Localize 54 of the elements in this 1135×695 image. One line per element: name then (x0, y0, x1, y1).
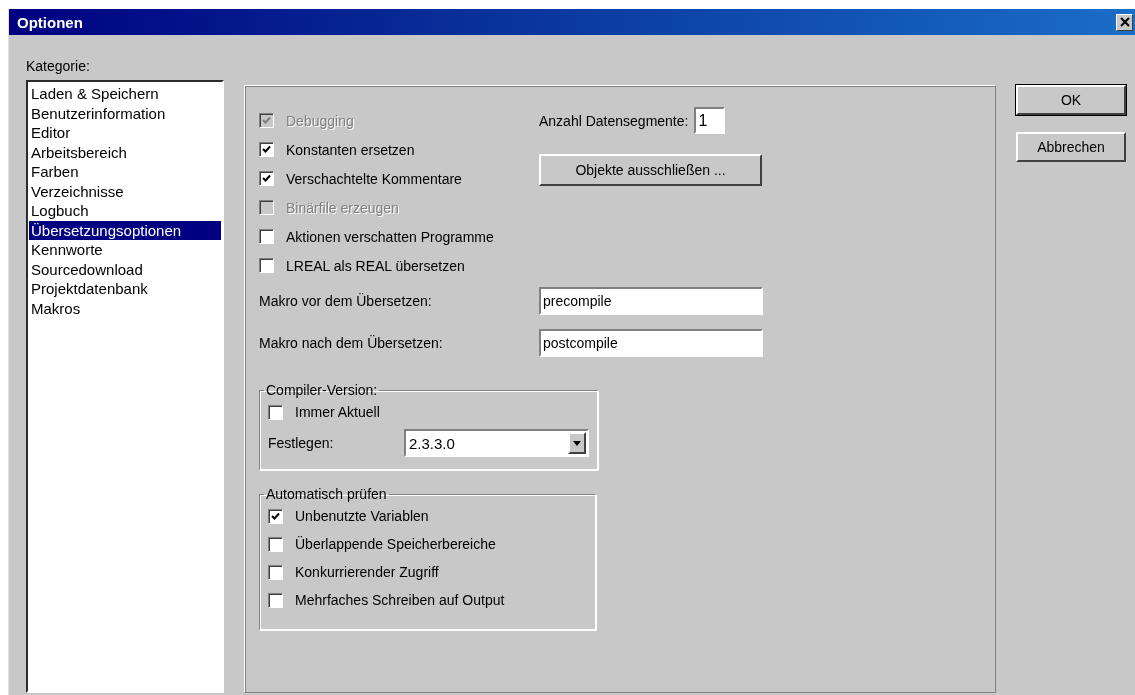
category-label: Kategorie: (26, 58, 91, 76)
close-button[interactable] (1116, 13, 1133, 31)
fixed-version-label: Festlegen: (268, 435, 335, 451)
category-item[interactable]: Projektdatenbank (29, 279, 221, 299)
check-icon (262, 116, 271, 125)
close-icon (1119, 17, 1130, 27)
checkbox-label: Immer Aktuell (295, 404, 380, 420)
data-segments-field[interactable]: 1 (694, 107, 726, 134)
category-item[interactable]: Kennworte (29, 240, 221, 260)
checkbox-label: Mehrfaches Schreiben auf Output (295, 592, 505, 608)
window-title: Optionen (17, 13, 83, 31)
checkbox[interactable] (259, 142, 274, 157)
check-icon (271, 511, 280, 521)
checkbox-label: Binärfile erzeugen (286, 199, 399, 216)
checkbox[interactable] (268, 536, 283, 552)
checkbox[interactable] (259, 229, 274, 244)
group-title: Automatisch prüfen (265, 486, 388, 502)
macro-label: Makro vor dem Übersetzen: (259, 293, 433, 309)
category-item[interactable]: Farben (29, 162, 221, 182)
version-dropdown[interactable]: 2.3.3.0 (404, 429, 589, 457)
group-title: Compiler-Version: (265, 382, 379, 398)
checkbox-label: Debugging (286, 112, 354, 129)
checkbox-label: Konstanten ersetzen (286, 141, 415, 158)
category-item[interactable]: Logbuch (29, 201, 221, 221)
checkbox[interactable] (259, 171, 274, 186)
cancel-button[interactable]: Abbrechen (1016, 132, 1126, 162)
checkbox[interactable] (268, 404, 283, 420)
checkbox-label: LREAL als REAL übersetzen (286, 257, 465, 274)
checkbox-label: Konkurrierender Zugriff (295, 564, 439, 580)
check-icon (262, 145, 271, 154)
exclude-objects-button[interactable]: Objekte ausschließen ... (539, 154, 762, 186)
category-item[interactable]: Laden & Speichern (29, 84, 221, 104)
checkbox[interactable] (268, 592, 283, 608)
checkbox-label: Aktionen verschatten Programme (286, 228, 494, 245)
checkbox[interactable] (268, 564, 283, 580)
checkbox-label: Verschachtelte Kommentare (286, 170, 462, 187)
category-item[interactable]: Arbeitsbereich (29, 142, 221, 162)
category-item[interactable]: Benutzerinformation (29, 103, 221, 123)
checkbox[interactable] (259, 258, 274, 273)
category-item[interactable]: Editor (29, 123, 221, 143)
category-item[interactable]: Sourcedownload (29, 259, 221, 279)
check-icon (262, 174, 271, 183)
category-item[interactable]: Makros (29, 298, 221, 318)
category-item[interactable]: Übersetzungsoptionen (29, 220, 221, 240)
macro-label: Makro nach dem Übersetzen: (259, 335, 444, 351)
data-segments-label: Anzahl Datensegmente: (539, 112, 689, 129)
macro-field[interactable]: precompile (539, 287, 763, 315)
ok-button[interactable]: OK (1016, 85, 1126, 115)
category-item[interactable]: Verzeichnisse (29, 181, 221, 201)
checkbox[interactable] (268, 508, 283, 524)
checkbox-label: Unbenutzte Variablen (295, 508, 429, 524)
checkbox-label: Überlappende Speicherbereiche (295, 536, 496, 552)
macro-field[interactable]: postcompile (539, 329, 763, 357)
dropdown-caret-icon (573, 440, 581, 446)
